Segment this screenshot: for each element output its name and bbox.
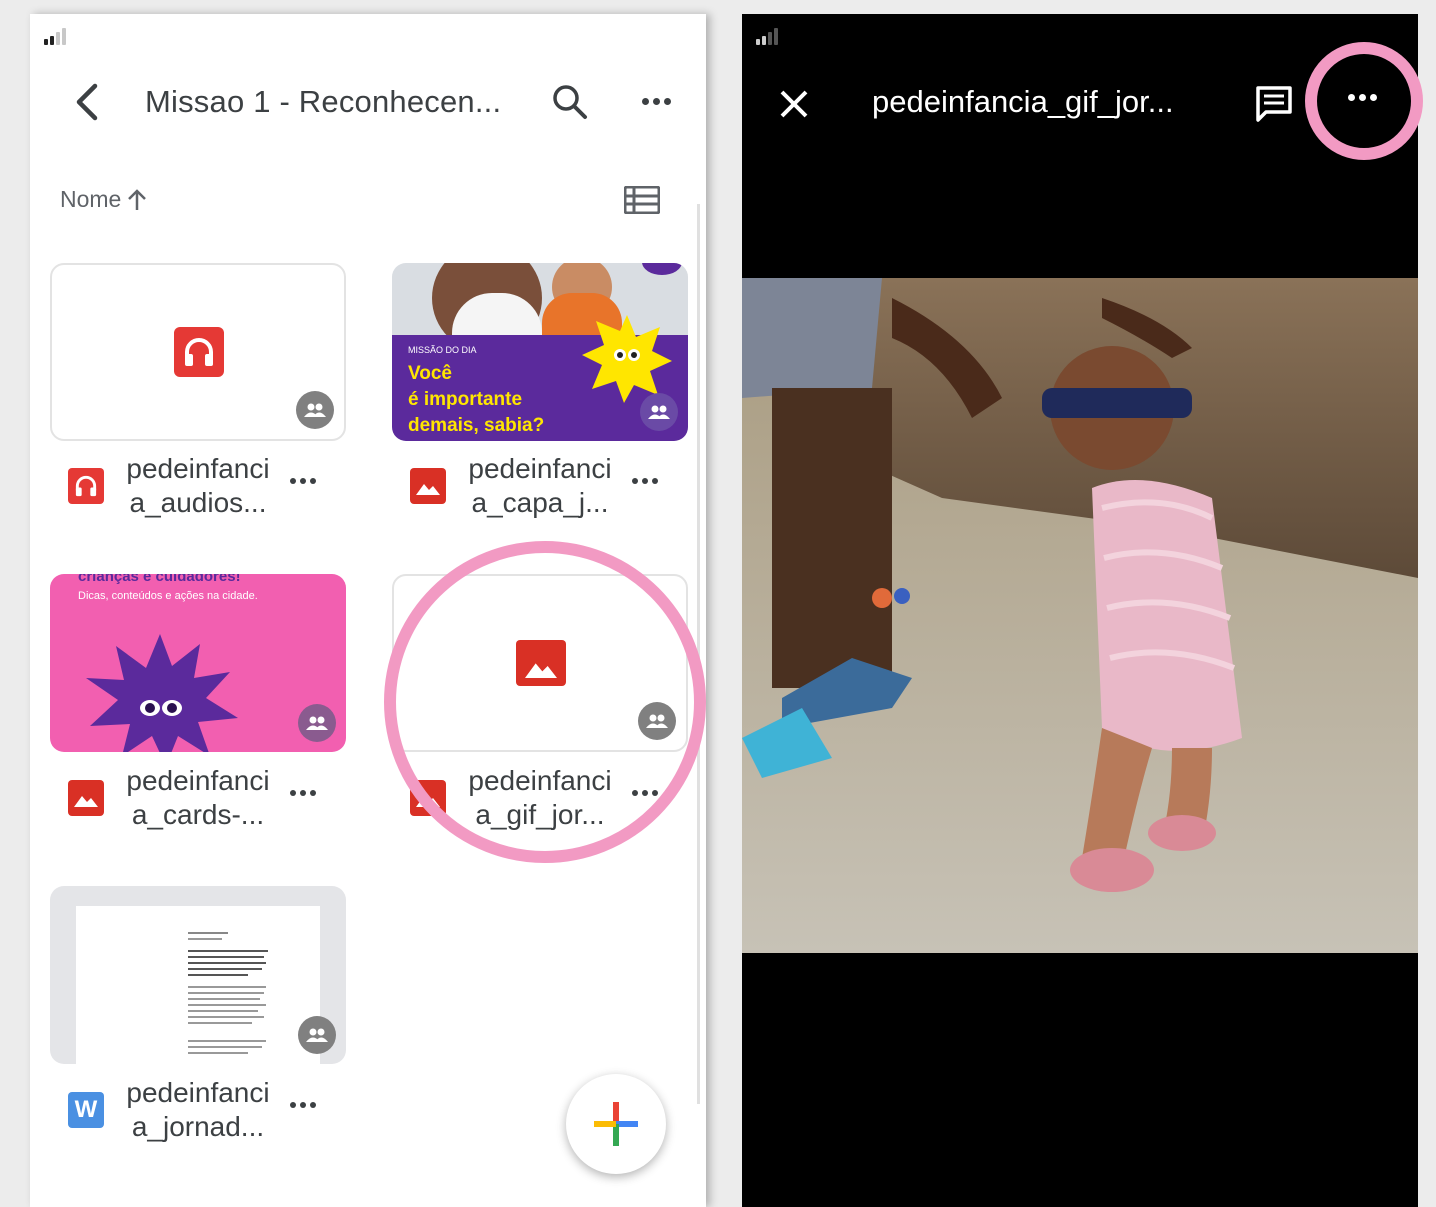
signal-icon [44,28,66,45]
shared-icon [296,391,334,429]
close-button[interactable] [772,82,816,126]
thumbnail-subheading: Dicas, conteúdos e ações na cidade. [78,590,258,602]
top-app-bar: Missao 1 - Reconhecen... [30,72,706,132]
gif-preview-image [742,278,1418,953]
more-options-button[interactable] [636,86,676,116]
file-name: pedeinfanci a_cards-... [126,765,270,830]
file-more-button[interactable] [290,1102,316,1108]
highlight-circle-annotation [384,541,706,863]
sort-control[interactable]: Nome [60,186,147,213]
search-button[interactable] [550,82,590,122]
plus-icon [594,1102,638,1146]
file-more-button[interactable] [290,478,316,484]
file-item-footer[interactable]: pedeinfanci a_audios... [50,450,346,522]
highlight-circle-annotation [1305,42,1423,160]
file-name: pedeinfanci a_capa_j... [468,453,612,518]
list-view-icon [623,185,661,215]
chevron-left-icon [76,83,98,121]
file-card-thumbnail[interactable] [50,886,346,1064]
file-item-footer[interactable]: W pedeinfanci a_jornad... [50,1074,346,1146]
list-view-button[interactable] [623,185,661,215]
shared-icon [298,1016,336,1054]
shared-icon [298,704,336,742]
arrow-up-icon [128,188,147,210]
file-item-footer[interactable]: pedeinfanci a_capa_j... [392,450,688,522]
thumbnail-banner: MISSÃO DO DIA Você é importante demais, … [392,315,688,441]
image-file-icon [410,468,446,504]
file-more-button[interactable] [290,790,316,796]
new-button[interactable] [566,1074,666,1174]
file-card-thumbnail[interactable]: crianças e cuidadores! Dicas, conteúdos … [50,574,346,752]
search-icon [553,85,587,119]
file-card-thumbnail[interactable] [50,263,346,441]
file-more-button[interactable] [632,478,658,484]
thumbnail-headline: Você é importante demais, sabia? [408,363,545,436]
purple-mascot-icon [86,634,238,752]
file-viewer-screen: pedeinfancia_gif_jor... [742,14,1418,1207]
comment-button[interactable] [1254,84,1294,124]
viewer-title: pedeinfancia_gif_jor... [872,84,1174,119]
comment-icon [1256,86,1292,122]
file-name: pedeinfanci a_audios... [126,453,270,518]
sort-label: Nome [60,186,122,212]
back-button[interactable] [66,80,106,124]
thumbnail-heading: crianças e cuidadores! [78,574,241,585]
close-icon [780,90,808,118]
shared-icon [640,393,678,431]
headphones-icon [174,327,224,377]
audio-file-icon [68,468,104,504]
folder-title: Missao 1 - Reconhecen... [145,84,502,119]
signal-icon [756,28,778,45]
document-preview [76,906,320,1064]
thumbnail-kicker: MISSÃO DO DIA [408,345,477,355]
image-file-icon [68,780,104,816]
file-item-footer[interactable]: pedeinfanci a_cards-... [50,762,346,834]
file-name: pedeinfanci a_jornad... [126,1077,270,1142]
file-card-thumbnail[interactable]: MISSÃO DO DIA Você é importante demais, … [392,263,688,441]
word-doc-icon: W [68,1092,104,1128]
sun-mascot-icon [582,315,672,403]
